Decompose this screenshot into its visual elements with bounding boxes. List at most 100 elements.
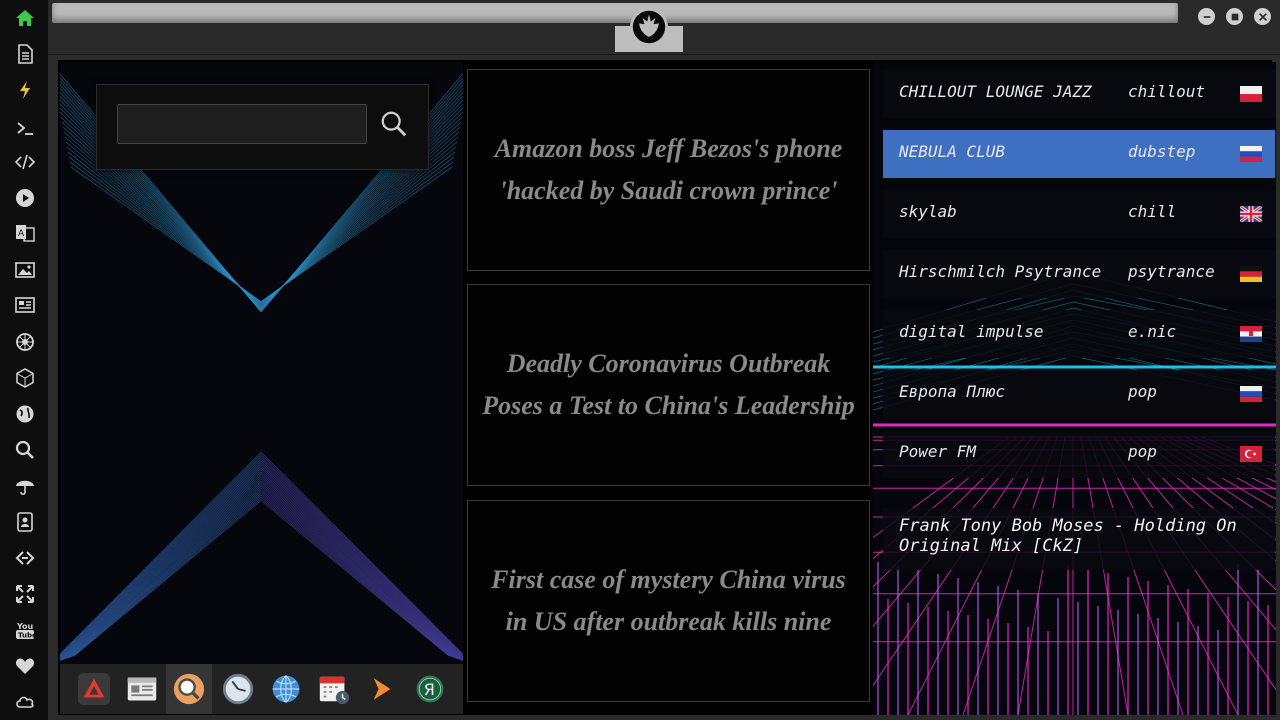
search-icon[interactable] — [12, 437, 38, 463]
decorative-line — [260, 496, 451, 657]
station-row-active[interactable]: NEBULA CLUB dubstep — [883, 130, 1275, 178]
forward-icon[interactable] — [364, 671, 400, 707]
decorative-line — [68, 489, 262, 659]
svg-text:Tube: Tube — [18, 632, 35, 640]
station-name: digital impulse — [899, 322, 1044, 341]
decorative-line — [63, 478, 262, 660]
decorative-line — [260, 491, 454, 658]
globe-icon[interactable] — [12, 401, 38, 427]
contacts-icon[interactable] — [12, 509, 38, 535]
decorative-line — [61, 475, 262, 661]
decorative-line — [260, 498, 450, 657]
clock-icon[interactable] — [220, 671, 256, 707]
decorative-line — [260, 482, 458, 660]
decorative-line — [66, 485, 262, 659]
station-genre: e.nic — [1128, 322, 1177, 341]
decorative-line — [1104, 436, 1276, 691]
document-icon[interactable] — [12, 41, 38, 67]
station-row[interactable]: CHILLOUT LOUNGE JAZZ chillout — [883, 70, 1275, 118]
play-icon[interactable] — [12, 185, 38, 211]
station-genre: chill — [1128, 202, 1177, 221]
decorative-line — [67, 487, 262, 659]
news-card[interactable]: Amazon boss Jeff Bezos's phone 'hacked b… — [467, 69, 870, 271]
news-reader-icon[interactable] — [124, 671, 160, 707]
decorative-line — [65, 484, 262, 659]
magnifier-icon — [381, 111, 407, 137]
minimize-button[interactable] — [1198, 8, 1215, 25]
station-genre: dubstep — [1128, 142, 1196, 161]
home-icon[interactable] — [12, 5, 38, 31]
decorative-line — [1144, 436, 1276, 524]
search-button[interactable] — [377, 107, 411, 141]
yandex-icon[interactable]: Я — [412, 671, 448, 707]
decorative-line — [260, 485, 457, 659]
decorative-line — [60, 473, 262, 661]
link-icon[interactable] — [12, 545, 38, 571]
now-playing: Frank Tony Bob Moses - Holding On Origin… — [883, 508, 1275, 570]
decorative-line — [70, 166, 262, 302]
lightning-icon[interactable] — [12, 77, 38, 103]
umbrella-icon[interactable] — [12, 473, 38, 499]
hexagon-icon[interactable] — [12, 365, 38, 391]
station-row[interactable]: Европа Плюс pop — [883, 370, 1275, 418]
decorative-line — [260, 489, 455, 659]
decorative-line — [873, 436, 1018, 560]
decorative-line — [260, 166, 453, 302]
station-row[interactable]: skylab chill — [883, 190, 1275, 238]
news-card[interactable]: First case of mystery China virus in US … — [467, 500, 870, 702]
decorative-line — [62, 476, 262, 661]
radio-panel: CHILLOUT LOUNGE JAZZ chillout NEBULA CLU… — [873, 62, 1276, 715]
decorative-line — [74, 500, 262, 657]
maximize-button[interactable] — [1226, 8, 1243, 25]
terminal-icon[interactable] — [12, 115, 38, 141]
search-input[interactable] — [117, 104, 367, 144]
russia-flag-icon — [1240, 386, 1262, 402]
poland-flag-icon — [1240, 86, 1262, 102]
translate-icon[interactable]: A — [12, 220, 38, 246]
image-icon[interactable] — [12, 257, 38, 283]
station-name: Европа Плюс — [899, 382, 1005, 401]
news-card[interactable]: Deadly Coronavirus Outbreak Poses a Test… — [467, 284, 870, 486]
newspaper-icon[interactable] — [12, 292, 38, 318]
station-name: Hirschmilch Psytrance — [899, 262, 1102, 281]
decorative-line — [260, 475, 462, 661]
news-headline: Deadly Coronavirus Outbreak Poses a Test… — [482, 349, 855, 420]
address-bar[interactable] — [52, 3, 1178, 23]
decorative-line — [64, 480, 262, 660]
decorative-line — [1192, 436, 1276, 471]
station-row[interactable]: Power FM pop — [883, 430, 1275, 478]
decorative-line — [260, 500, 449, 657]
svg-text:Я: Я — [424, 680, 435, 699]
calendar-icon[interactable] — [316, 671, 352, 707]
station-genre: pop — [1128, 382, 1157, 401]
decorative-line — [72, 496, 262, 657]
decorative-line — [260, 494, 452, 658]
decorative-line — [260, 493, 453, 658]
cloud-icon[interactable] — [12, 689, 38, 715]
decorative-line — [260, 484, 458, 659]
news-headline: First case of mystery China virus in US … — [491, 565, 846, 636]
heart-icon[interactable] — [12, 653, 38, 679]
globe-app-icon[interactable] — [268, 671, 304, 707]
station-row[interactable]: Hirschmilch Psytrance psytrance — [883, 250, 1275, 298]
code-icon[interactable] — [12, 149, 38, 175]
anydesk-icon[interactable] — [76, 671, 112, 707]
decorative-line — [260, 471, 463, 661]
decorative-line — [260, 478, 460, 660]
station-row[interactable]: digital impulse e.nic — [883, 310, 1275, 358]
station-name: Power FM — [899, 442, 977, 461]
close-button[interactable] — [1254, 8, 1271, 25]
decorative-line — [70, 493, 262, 658]
expand-icon[interactable] — [12, 581, 38, 607]
decorative-line — [1176, 436, 1276, 483]
rebel-icon[interactable] — [12, 329, 38, 355]
rebel-alliance-logo-icon — [630, 8, 668, 46]
youtube-icon[interactable]: You Tube — [12, 617, 38, 643]
app-dock: Я — [60, 664, 463, 714]
decorative-line — [1168, 436, 1276, 491]
magnifier-app-icon[interactable] — [166, 664, 212, 714]
station-name: CHILLOUT LOUNGE JAZZ — [899, 82, 1092, 101]
news-headline: Amazon boss Jeff Bezos's phone 'hacked b… — [494, 134, 843, 205]
decorative-line — [73, 498, 262, 657]
app-sidebar: A You Tube — [0, 0, 48, 720]
